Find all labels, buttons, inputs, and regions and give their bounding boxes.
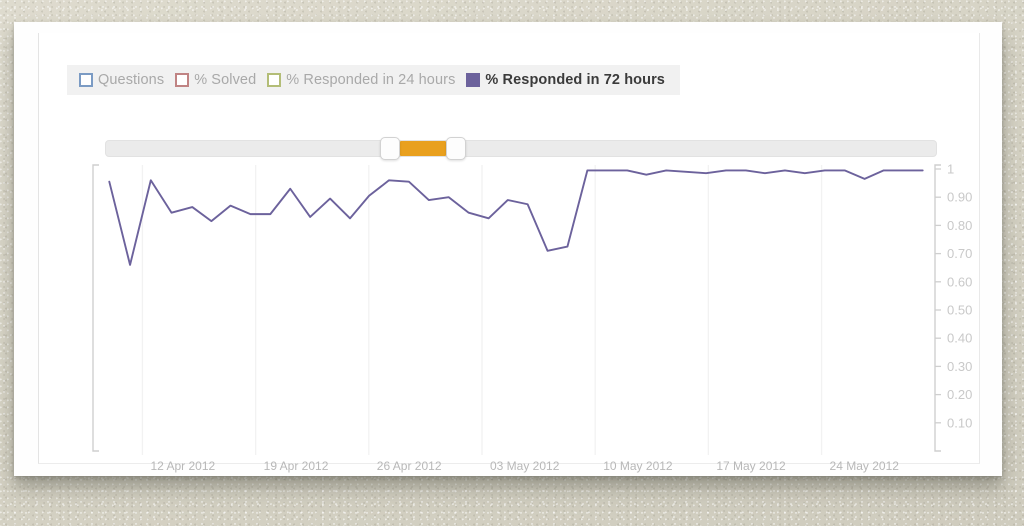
legend-item-label: % Solved bbox=[194, 71, 257, 88]
y-axis-tick-label: 0.90 bbox=[947, 190, 972, 205]
chart-card: Questions % Solved % Responded in 24 hours… bbox=[14, 22, 1002, 476]
legend-item-1[interactable]: % Solved bbox=[171, 65, 263, 95]
y-axis-left-bracket bbox=[92, 164, 99, 452]
x-axis-tick-label: 12 Apr 2012 bbox=[150, 459, 215, 473]
x-axis-tick-label: 17 May 2012 bbox=[716, 459, 786, 473]
legend-item-3[interactable]: % Responded in 72 hours bbox=[462, 65, 672, 95]
x-axis-tick-label: 24 May 2012 bbox=[830, 459, 900, 473]
y-axis-tick-label: 0.20 bbox=[947, 387, 972, 402]
x-axis-tick-label: 26 Apr 2012 bbox=[377, 459, 442, 473]
y-axis-right-bracket bbox=[934, 164, 941, 452]
legend-item-label: % Responded in 72 hours bbox=[485, 71, 665, 88]
y-axis-tick-label: 0.50 bbox=[947, 303, 972, 318]
y-axis-tick-label: 0.80 bbox=[947, 218, 972, 233]
legend-swatch-icon bbox=[79, 73, 93, 87]
legend-item-label: Questions bbox=[98, 71, 165, 88]
legend-item-2[interactable]: % Responded in 24 hours bbox=[263, 65, 462, 95]
legend-swatch-icon bbox=[466, 73, 481, 87]
x-axis-tick-label: 03 May 2012 bbox=[490, 459, 560, 473]
slider-selected-range[interactable] bbox=[400, 141, 447, 156]
y-axis-tick-label: 0.10 bbox=[947, 415, 972, 430]
y-axis-tick-label: 0.70 bbox=[947, 246, 972, 261]
date-range-slider[interactable] bbox=[105, 137, 937, 160]
line-chart-plot: 1 0.90 0.80 0.70 0.60 0.50 0.40 0.30 0.20 0.10 12 … bbox=[67, 159, 999, 481]
legend-swatch-icon bbox=[175, 73, 190, 87]
x-axis-tick-label: 10 May 2012 bbox=[603, 459, 673, 473]
chart-card-inner: Questions % Solved % Responded in 24 hours… bbox=[38, 33, 980, 473]
slider-handle-left[interactable] bbox=[380, 137, 401, 160]
y-axis-tick-label: 1 bbox=[947, 162, 954, 177]
y-axis-tick-label: 0.40 bbox=[947, 331, 972, 346]
x-axis-tick-label: 19 Apr 2012 bbox=[264, 459, 329, 473]
slider-track[interactable] bbox=[105, 140, 937, 157]
series-line-0 bbox=[108, 169, 924, 266]
chart-svg: 1 0.90 0.80 0.70 0.60 0.50 0.40 0.30 0.20 0.10 12 … bbox=[92, 162, 972, 473]
chart-legend: Questions % Solved % Responded in 24 hours… bbox=[67, 65, 680, 95]
legend-swatch-icon bbox=[267, 73, 282, 87]
legend-item-label: % Responded in 24 hours bbox=[286, 71, 456, 88]
slider-handle-right[interactable] bbox=[446, 137, 467, 160]
y-axis-tick-label: 0.30 bbox=[947, 359, 972, 374]
y-axis-tick-label: 0.60 bbox=[947, 274, 972, 289]
legend-item-0[interactable]: Questions bbox=[75, 65, 171, 95]
